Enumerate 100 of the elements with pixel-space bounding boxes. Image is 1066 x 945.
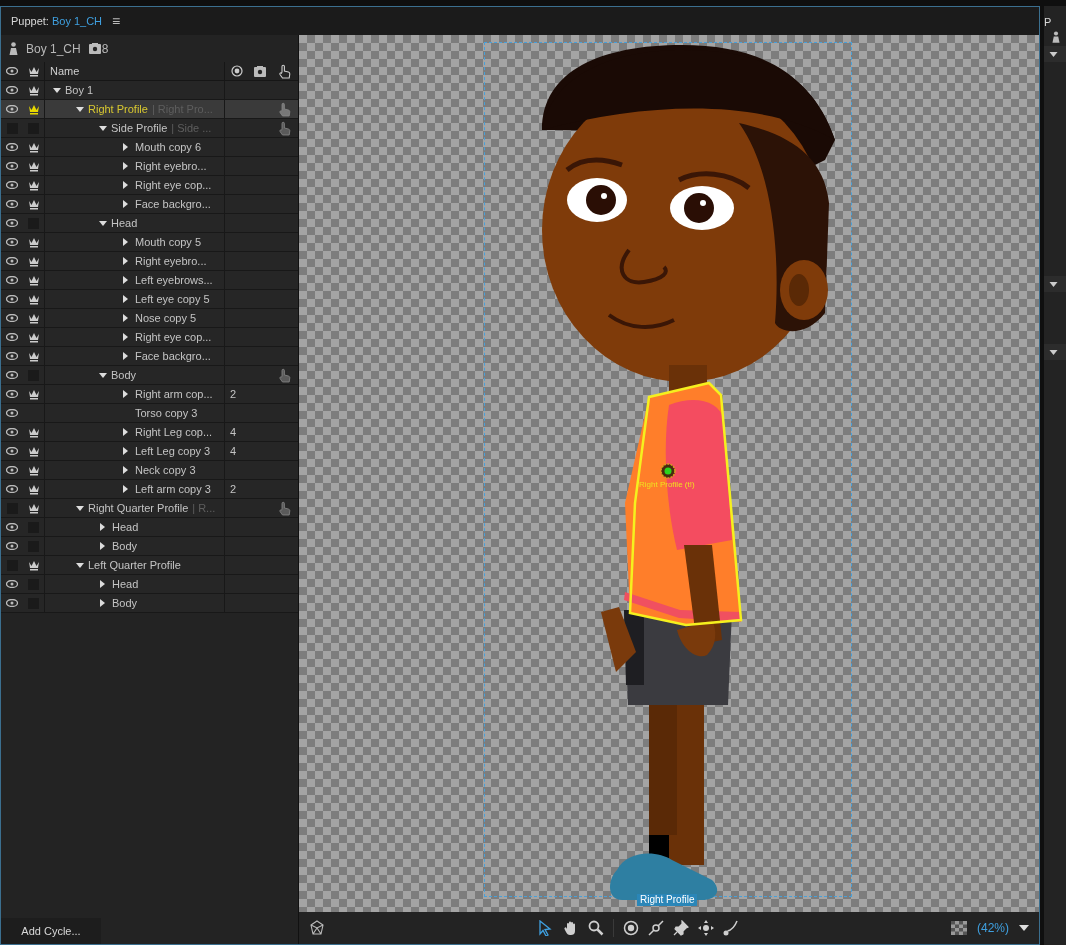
curve-icon[interactable] [722,920,739,936]
layer-row[interactable]: Left eyebrows... [1,271,298,290]
eye-icon[interactable] [6,599,18,607]
layer-row[interactable]: Torso copy 3 [1,404,298,423]
crown-icon[interactable] [27,426,40,438]
collapsed-triangle-icon[interactable] [123,390,128,398]
panel-menu-icon[interactable]: ≡ [112,14,121,28]
transparency-grid-icon[interactable] [951,921,967,935]
layer-row[interactable]: Body [1,366,298,385]
layer-row[interactable]: Head [1,214,298,233]
layer-row[interactable]: Mouth copy 6 [1,138,298,157]
collapsed-triangle-icon[interactable] [100,599,105,607]
layer-row[interactable]: Head [1,518,298,537]
layer-row[interactable]: Face backgro... [1,195,298,214]
layer-row[interactable]: Mouth copy 5 [1,233,298,252]
crown-icon[interactable] [27,160,40,172]
eye-icon[interactable] [6,219,18,227]
collapsed-triangle-icon[interactable] [123,447,128,455]
layer-row[interactable]: Boy 1 [1,81,298,100]
layer-row[interactable]: Left eye copy 5 [1,290,298,309]
layer-row[interactable]: Right eye cop... [1,176,298,195]
expanded-triangle-icon[interactable] [99,125,107,131]
eye-icon[interactable] [6,466,18,474]
eye-icon[interactable] [6,485,18,493]
crown-icon[interactable] [27,179,40,191]
collapsed-triangle-icon[interactable] [123,333,128,341]
collapsed-triangle-icon[interactable] [123,276,128,284]
layer-row[interactable]: Left Leg copy 3 4 [1,442,298,461]
eye-icon[interactable] [6,447,18,455]
layer-row[interactable]: Face backgro... [1,347,298,366]
expanded-triangle-icon[interactable] [53,87,61,93]
collapsed-triangle-icon[interactable] [100,580,105,588]
eye-icon[interactable] [6,371,18,379]
layer-row[interactable]: Body [1,537,298,556]
collapsed-triangle-icon[interactable] [123,257,128,265]
crown-icon[interactable] [27,312,40,324]
eye-icon[interactable] [6,276,18,284]
layer-row[interactable]: Right eyebro... [1,157,298,176]
collapsed-triangle-icon[interactable] [123,162,128,170]
crown-icon[interactable] [27,559,40,571]
layer-row[interactable]: Body [1,594,298,613]
layer-row[interactable]: Left Quarter Profile [1,556,298,575]
expanded-triangle-icon[interactable] [76,106,84,112]
eye-icon[interactable] [6,409,18,417]
crown-icon[interactable] [27,483,40,495]
name-column-header[interactable]: Name [44,61,224,81]
eye-icon[interactable] [6,105,18,113]
eye-icon[interactable] [6,257,18,265]
expanded-triangle-icon[interactable] [76,505,84,511]
crown-icon[interactable] [27,198,40,210]
eye-icon[interactable] [6,86,18,94]
crown-icon[interactable] [27,331,40,343]
eye-icon[interactable] [6,352,18,360]
collapsed-triangle-icon[interactable] [123,238,128,246]
layer-row[interactable]: Head [1,575,298,594]
collapsed-triangle-icon[interactable] [123,485,128,493]
crown-icon[interactable] [27,236,40,248]
layer-row[interactable]: Nose copy 5 [1,309,298,328]
layer-row[interactable]: Left arm copy 3 2 [1,480,298,499]
crown-icon[interactable] [27,350,40,362]
crown-icon[interactable] [27,103,40,115]
expanded-triangle-icon[interactable] [99,220,107,226]
collapsed-triangle-icon[interactable] [123,466,128,474]
line-node-icon[interactable] [647,920,664,936]
add-cycle-button[interactable]: Add Cycle... [1,918,101,944]
polyhedron-icon[interactable] [309,920,325,936]
target-icon[interactable] [622,920,639,936]
expanded-triangle-icon[interactable] [99,372,107,378]
crown-icon[interactable] [27,464,40,476]
section-toggle[interactable] [1044,276,1066,292]
collapsed-triangle-icon[interactable] [123,295,128,303]
collapsed-triangle-icon[interactable] [100,542,105,550]
eye-icon[interactable] [6,333,18,341]
crown-icon[interactable] [27,84,40,96]
collapsed-triangle-icon[interactable] [123,200,128,208]
layer-row[interactable]: Right eyebro... [1,252,298,271]
layer-row[interactable]: Right Quarter Profile | R... [1,499,298,518]
eye-icon[interactable] [6,523,18,531]
eye-icon[interactable] [6,580,18,588]
expanded-triangle-icon[interactable] [76,562,84,568]
dropdown-caret-icon[interactable] [1019,925,1029,931]
eye-icon[interactable] [6,295,18,303]
eye-icon[interactable] [6,200,18,208]
section-toggle[interactable] [1044,344,1066,360]
collapsed-triangle-icon[interactable] [123,314,128,322]
eye-icon[interactable] [6,238,18,246]
layer-row[interactable]: Right arm cop... 2 [1,385,298,404]
search-icon[interactable] [587,920,604,936]
collapsed-triangle-icon[interactable] [100,523,105,531]
crown-icon[interactable] [27,502,40,514]
crown-icon[interactable] [27,293,40,305]
crown-icon[interactable] [27,445,40,457]
pin-icon[interactable] [672,920,689,936]
four-way-arrow-icon[interactable] [697,920,714,936]
collapsed-triangle-icon[interactable] [123,143,128,151]
layer-row[interactable]: Right Leg cop... 4 [1,423,298,442]
eye-icon[interactable] [6,390,18,398]
eye-icon[interactable] [6,143,18,151]
eye-icon[interactable] [6,428,18,436]
crown-icon[interactable] [27,388,40,400]
